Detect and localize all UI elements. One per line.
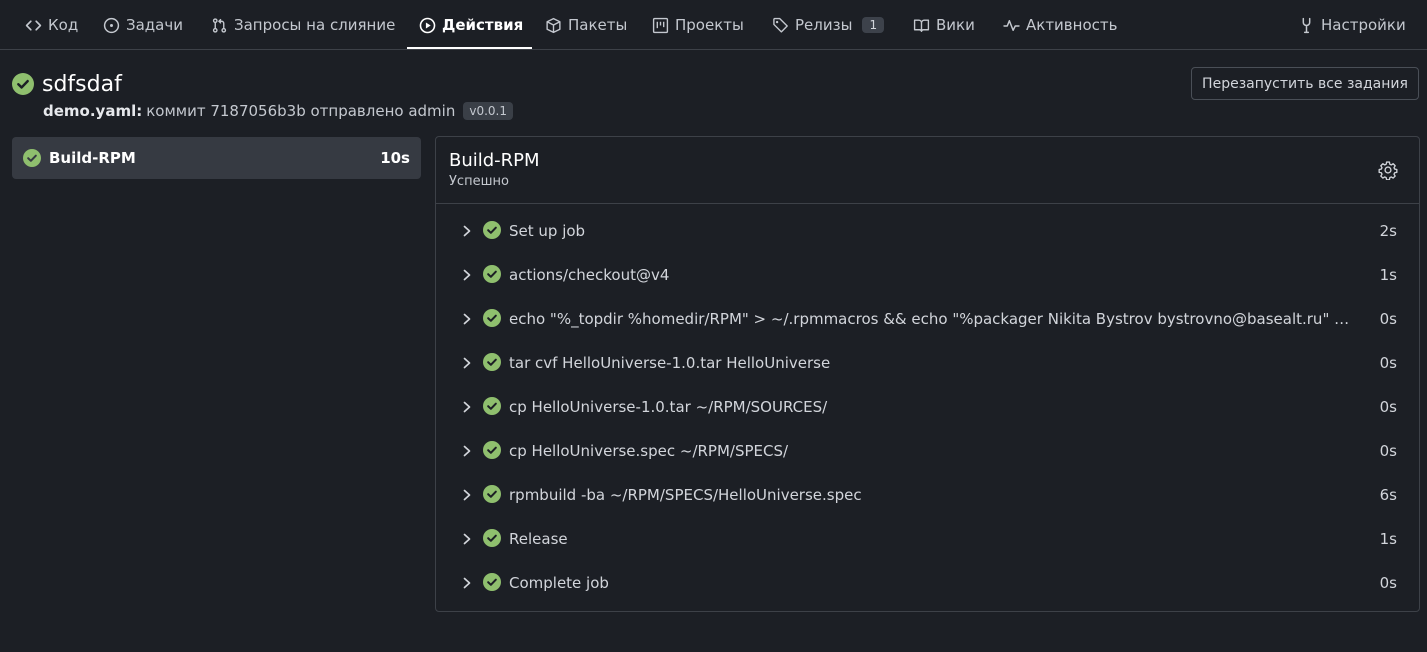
success-check-icon — [483, 529, 501, 547]
tab-wiki-label: Вики — [936, 16, 975, 34]
job-detail-header: Build-RPM Успешно — [436, 137, 1419, 204]
step-label: tar cvf HelloUniverse-1.0.tar HelloUnive… — [509, 354, 831, 372]
step-duration: 1s — [1379, 530, 1397, 548]
step-label: cp HelloUniverse-1.0.tar ~/RPM/SOURCES/ — [509, 398, 828, 416]
step-label: echo "%_topdir %homedir/RPM" > ~/.rpmmac… — [509, 310, 1359, 328]
success-check-icon — [483, 485, 501, 503]
step-row[interactable]: rpmbuild -ba ~/RPM/SPECS/HelloUniverse.s… — [436, 473, 1419, 517]
success-check-icon — [483, 441, 501, 459]
gear-icon[interactable] — [1378, 160, 1398, 180]
tab-wiki[interactable]: Вики — [913, 0, 975, 50]
tab-settings-label: Настройки — [1321, 16, 1406, 34]
step-row[interactable]: Set up job 2s — [436, 209, 1419, 253]
step-duration: 0s — [1379, 354, 1397, 372]
job-name: Build-RPM — [49, 149, 136, 167]
step-label: Complete job — [509, 574, 609, 592]
tab-releases-label: Релизы — [795, 16, 853, 34]
tab-pull-requests-label: Запросы на слияние — [234, 16, 396, 34]
run-title-text: sdfsdaf — [42, 71, 122, 97]
tab-projects-label: Проекты — [675, 16, 744, 34]
run-title: sdfsdaf — [12, 70, 122, 98]
tab-issues[interactable]: Задачи — [103, 0, 183, 50]
chevron-right-icon[interactable] — [461, 444, 473, 458]
tab-activity[interactable]: Активность — [1003, 0, 1117, 50]
job-duration: 10s — [380, 149, 410, 167]
success-check-icon — [483, 397, 501, 415]
tab-settings[interactable]: Настройки — [1298, 0, 1406, 50]
chevron-right-icon[interactable] — [461, 576, 473, 590]
step-row[interactable]: actions/checkout@v4 1s — [436, 253, 1419, 297]
pull-request-icon — [212, 17, 227, 33]
step-list: Set up job 2s actions/checkout@v4 1s echo "%… — [436, 209, 1419, 605]
tab-packages-label: Пакеты — [568, 16, 628, 34]
chevron-right-icon[interactable] — [461, 356, 473, 370]
success-check-icon — [483, 265, 501, 283]
job-list-item[interactable]: Build-RPM 10s — [12, 137, 421, 179]
step-row[interactable]: Complete job 0s — [436, 561, 1419, 605]
step-duration: 0s — [1379, 574, 1397, 592]
step-row[interactable]: cp HelloUniverse-1.0.tar ~/RPM/SOURCES/0… — [436, 385, 1419, 429]
chevron-right-icon[interactable] — [461, 400, 473, 414]
workflow-file-link[interactable]: demo.yaml: — [43, 102, 142, 120]
step-row[interactable]: cp HelloUniverse.spec ~/RPM/SPECS/0s — [436, 429, 1419, 473]
chevron-right-icon[interactable] — [461, 532, 473, 546]
job-detail-panel: Build-RPM Успешно Set up job 2s actions/ch… — [435, 136, 1420, 612]
tab-actions-label: Действия — [442, 16, 524, 34]
success-check-icon — [483, 309, 501, 327]
success-check-icon — [483, 573, 501, 591]
tag-icon — [773, 17, 788, 33]
step-duration: 0s — [1379, 398, 1397, 416]
job-detail-status: Успешно — [449, 174, 509, 189]
releases-count-badge: 1 — [862, 17, 885, 33]
step-row[interactable]: Release 1s — [436, 517, 1419, 561]
step-duration: 6s — [1379, 486, 1397, 504]
code-icon — [25, 19, 42, 31]
tab-pull-requests[interactable]: Запросы на слияние — [211, 0, 395, 50]
tab-packages[interactable]: Пакеты — [545, 0, 627, 50]
step-label: Release — [509, 530, 568, 548]
tab-issues-label: Задачи — [126, 16, 183, 34]
project-board-icon — [652, 17, 669, 33]
rerun-all-jobs-button[interactable]: Перезапустить все задания — [1191, 67, 1419, 100]
chevron-right-icon[interactable] — [461, 268, 473, 282]
issue-icon — [103, 17, 120, 33]
step-duration: 0s — [1379, 442, 1397, 460]
pulse-icon — [1003, 19, 1020, 31]
active-tab-indicator — [407, 47, 532, 49]
commit-info: коммит 7187056b3b отправлено admin — [146, 102, 456, 120]
book-icon — [913, 18, 930, 32]
step-row[interactable]: echo "%_topdir %homedir/RPM" > ~/.rpmmac… — [436, 297, 1419, 341]
run-subtitle: demo.yaml: коммит 7187056b3b отправлено … — [43, 100, 513, 122]
play-circle-icon — [419, 17, 436, 33]
tab-actions[interactable]: Действия — [419, 0, 523, 50]
success-check-icon — [483, 221, 501, 239]
step-duration: 2s — [1379, 222, 1397, 240]
chevron-right-icon[interactable] — [461, 312, 473, 326]
step-duration: 1s — [1379, 266, 1397, 284]
step-label: rpmbuild -ba ~/RPM/SPECS/HelloUniverse.s… — [509, 486, 862, 504]
step-label: Set up job — [509, 222, 586, 240]
tab-code-label: Код — [48, 16, 79, 34]
step-row[interactable]: tar cvf HelloUniverse-1.0.tar HelloUnive… — [436, 341, 1419, 385]
success-check-icon — [12, 73, 34, 95]
tab-releases[interactable]: Релизы 1 — [772, 0, 885, 50]
step-label: actions/checkout@v4 — [509, 266, 670, 284]
chevron-right-icon[interactable] — [461, 488, 473, 502]
repo-nav: Код Задачи Запросы на слияние Действия П… — [0, 0, 1427, 50]
package-icon — [546, 17, 561, 33]
tab-activity-label: Активность — [1026, 16, 1118, 34]
tab-projects[interactable]: Проекты — [652, 0, 744, 50]
step-label: cp HelloUniverse.spec ~/RPM/SPECS/ — [509, 442, 789, 460]
job-detail-title: Build-RPM — [449, 150, 540, 171]
tab-code[interactable]: Код — [25, 0, 78, 50]
step-duration: 0s — [1379, 310, 1397, 328]
chevron-right-icon[interactable] — [461, 224, 473, 238]
success-check-icon — [483, 353, 501, 371]
ref-tag[interactable]: v0.0.1 — [463, 102, 513, 120]
tools-icon — [1302, 17, 1311, 33]
success-check-icon — [23, 149, 41, 167]
